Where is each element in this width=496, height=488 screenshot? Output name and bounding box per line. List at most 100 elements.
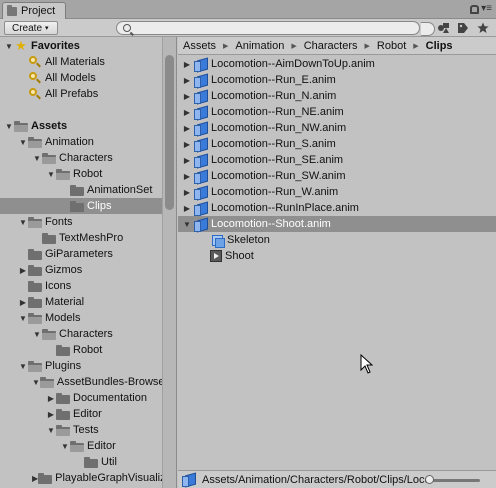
expand-down-icon[interactable]: ▼ bbox=[32, 378, 40, 387]
expand-down-icon[interactable]: ▼ bbox=[32, 154, 42, 163]
breadcrumb-item[interactable]: Animation bbox=[235, 40, 284, 52]
folder-open-icon bbox=[39, 376, 54, 388]
tree-item[interactable]: ▼ Animation bbox=[0, 134, 162, 150]
tree-item[interactable]: ▼ ★ Favorites bbox=[0, 38, 162, 54]
expand-right-icon[interactable]: ▶ bbox=[180, 188, 194, 197]
tree-scrollbar-thumb[interactable] bbox=[165, 55, 174, 210]
tree-item[interactable]: ▼ Fonts bbox=[0, 214, 162, 230]
tree-item[interactable]: ▶ Material bbox=[0, 294, 162, 310]
asset-list-item[interactable]: Shoot bbox=[178, 248, 496, 264]
tree-item[interactable]: ▼ AssetBundles-Browser bbox=[0, 374, 168, 390]
asset-list-item[interactable]: ▶ Locomotion--Run_SE.anim bbox=[178, 152, 496, 168]
tree-item[interactable]: All Models bbox=[0, 70, 162, 86]
tree-item[interactable]: ▼ Characters bbox=[0, 326, 162, 342]
breadcrumb-item[interactable]: Assets bbox=[183, 40, 216, 52]
tree-item[interactable]: Clips bbox=[0, 198, 162, 214]
tree-item-label: AssetBundles-Browser bbox=[56, 376, 169, 388]
tree-item[interactable]: ▼ Characters bbox=[0, 150, 162, 166]
expand-right-icon[interactable]: ▶ bbox=[46, 394, 56, 403]
context-menu-icon[interactable]: ▾≡ bbox=[481, 3, 492, 14]
expand-right-icon[interactable]: ▶ bbox=[18, 298, 28, 307]
asset-item-label: Locomotion--Run_N.anim bbox=[211, 90, 337, 102]
asset-list-item[interactable]: ▶ Locomotion--Run_SW.anim bbox=[178, 168, 496, 184]
expand-down-icon[interactable]: ▼ bbox=[180, 220, 194, 229]
expand-down-icon[interactable]: ▼ bbox=[18, 362, 28, 371]
tab-menu[interactable]: ▾≡ bbox=[470, 3, 492, 14]
asset-list-item[interactable]: ▼ Locomotion--Shoot.anim bbox=[178, 216, 496, 232]
tree-item-label: Fonts bbox=[45, 216, 73, 228]
tree-item[interactable]: ▼ Assets bbox=[0, 118, 162, 134]
expand-down-icon[interactable]: ▼ bbox=[4, 122, 14, 131]
expand-down-icon[interactable]: ▼ bbox=[60, 442, 70, 451]
expand-right-icon[interactable]: ▶ bbox=[180, 140, 194, 149]
expand-down-icon[interactable]: ▼ bbox=[18, 218, 28, 227]
expand-right-icon[interactable]: ▶ bbox=[180, 108, 194, 117]
avatar-skeleton-icon bbox=[210, 234, 225, 248]
expand-down-icon[interactable]: ▼ bbox=[18, 138, 28, 147]
filter-by-label-icon[interactable] bbox=[454, 20, 472, 35]
slider-knob[interactable] bbox=[425, 475, 434, 484]
tree-item-label: Tests bbox=[73, 424, 99, 436]
search-cancel-button[interactable] bbox=[421, 22, 435, 36]
tree-item[interactable]: ▶ Documentation bbox=[0, 390, 162, 406]
asset-list-item[interactable]: ▶ Locomotion--AimDownToUp.anim bbox=[178, 56, 496, 72]
tree-item-label: Plugins bbox=[45, 360, 82, 372]
tree-item[interactable]: All Materials bbox=[0, 54, 162, 70]
tree-item-label: Robot bbox=[73, 168, 103, 180]
asset-list-item[interactable]: ▶ Locomotion--Run_W.anim bbox=[178, 184, 496, 200]
tree-scrollbar[interactable] bbox=[162, 37, 176, 488]
tree-item[interactable]: TextMeshPro bbox=[0, 230, 162, 246]
breadcrumb-item[interactable]: Robot bbox=[377, 40, 406, 52]
filter-by-type-icon[interactable] bbox=[434, 20, 452, 35]
expand-right-icon[interactable]: ▶ bbox=[180, 156, 194, 165]
tree-item[interactable]: GiParameters bbox=[0, 246, 162, 262]
lock-icon[interactable] bbox=[470, 4, 480, 14]
search-input[interactable] bbox=[116, 21, 435, 36]
animation-clip-icon bbox=[194, 170, 208, 184]
asset-list-item[interactable]: ▶ Locomotion--Run_E.anim bbox=[178, 72, 496, 88]
asset-list-item[interactable]: ▶ Locomotion--Run_S.anim bbox=[178, 136, 496, 152]
tree-item[interactable]: ▼ Editor bbox=[0, 438, 162, 454]
expand-down-icon[interactable]: ▼ bbox=[18, 314, 28, 323]
expand-right-icon[interactable]: ▶ bbox=[180, 60, 194, 69]
tree-item[interactable]: ▼ Tests bbox=[0, 422, 162, 438]
tab-project[interactable]: Project bbox=[2, 2, 66, 19]
asset-list-item[interactable]: ▶ Locomotion--Run_NW.anim bbox=[178, 120, 496, 136]
tree-item[interactable]: All Prefabs bbox=[0, 86, 162, 102]
expand-right-icon[interactable]: ▶ bbox=[46, 410, 56, 419]
breadcrumb-item[interactable]: Characters bbox=[304, 40, 358, 52]
expand-down-icon[interactable]: ▼ bbox=[4, 42, 14, 51]
tree-item[interactable]: ▶ Gizmos bbox=[0, 262, 162, 278]
tree-item[interactable]: Icons bbox=[0, 278, 162, 294]
asset-list-item[interactable]: ▶ Locomotion--RunInPlace.anim bbox=[178, 200, 496, 216]
animation-clip-icon bbox=[194, 218, 208, 232]
expand-right-icon[interactable]: ▶ bbox=[18, 266, 28, 275]
animation-clip-icon bbox=[194, 138, 208, 152]
folder-icon bbox=[28, 248, 42, 260]
tree-item[interactable]: ▼ Robot bbox=[0, 166, 162, 182]
tree-item[interactable]: Robot bbox=[0, 342, 162, 358]
tree-item[interactable]: ▶ PlayableGraphVisualizer bbox=[0, 470, 175, 486]
icon-size-slider[interactable] bbox=[425, 475, 480, 484]
expand-right-icon[interactable]: ▶ bbox=[180, 124, 194, 133]
expand-right-icon[interactable]: ▶ bbox=[180, 76, 194, 85]
expand-right-icon[interactable]: ▶ bbox=[180, 204, 194, 213]
tree-item[interactable]: ▼ Plugins bbox=[0, 358, 162, 374]
tree-item[interactable]: ▶ Editor bbox=[0, 406, 162, 422]
breadcrumb-separator-icon: ▶ bbox=[413, 42, 419, 50]
asset-list-item[interactable]: ▶ Locomotion--Run_NE.anim bbox=[178, 104, 496, 120]
search-icon bbox=[123, 24, 131, 32]
saved-search-icon bbox=[28, 56, 42, 68]
expand-down-icon[interactable]: ▼ bbox=[46, 426, 56, 435]
tree-item[interactable]: ▼ Models bbox=[0, 310, 162, 326]
expand-right-icon[interactable]: ▶ bbox=[180, 92, 194, 101]
asset-list-item[interactable]: Skeleton bbox=[178, 232, 496, 248]
expand-down-icon[interactable]: ▼ bbox=[46, 170, 56, 179]
tree-item[interactable]: Util bbox=[0, 454, 162, 470]
create-button[interactable]: Create ▾ bbox=[4, 21, 58, 35]
favorite-star-icon[interactable] bbox=[474, 20, 492, 35]
expand-right-icon[interactable]: ▶ bbox=[180, 172, 194, 181]
asset-list-item[interactable]: ▶ Locomotion--Run_N.anim bbox=[178, 88, 496, 104]
expand-down-icon[interactable]: ▼ bbox=[32, 330, 42, 339]
tree-item[interactable]: AnimationSet bbox=[0, 182, 162, 198]
